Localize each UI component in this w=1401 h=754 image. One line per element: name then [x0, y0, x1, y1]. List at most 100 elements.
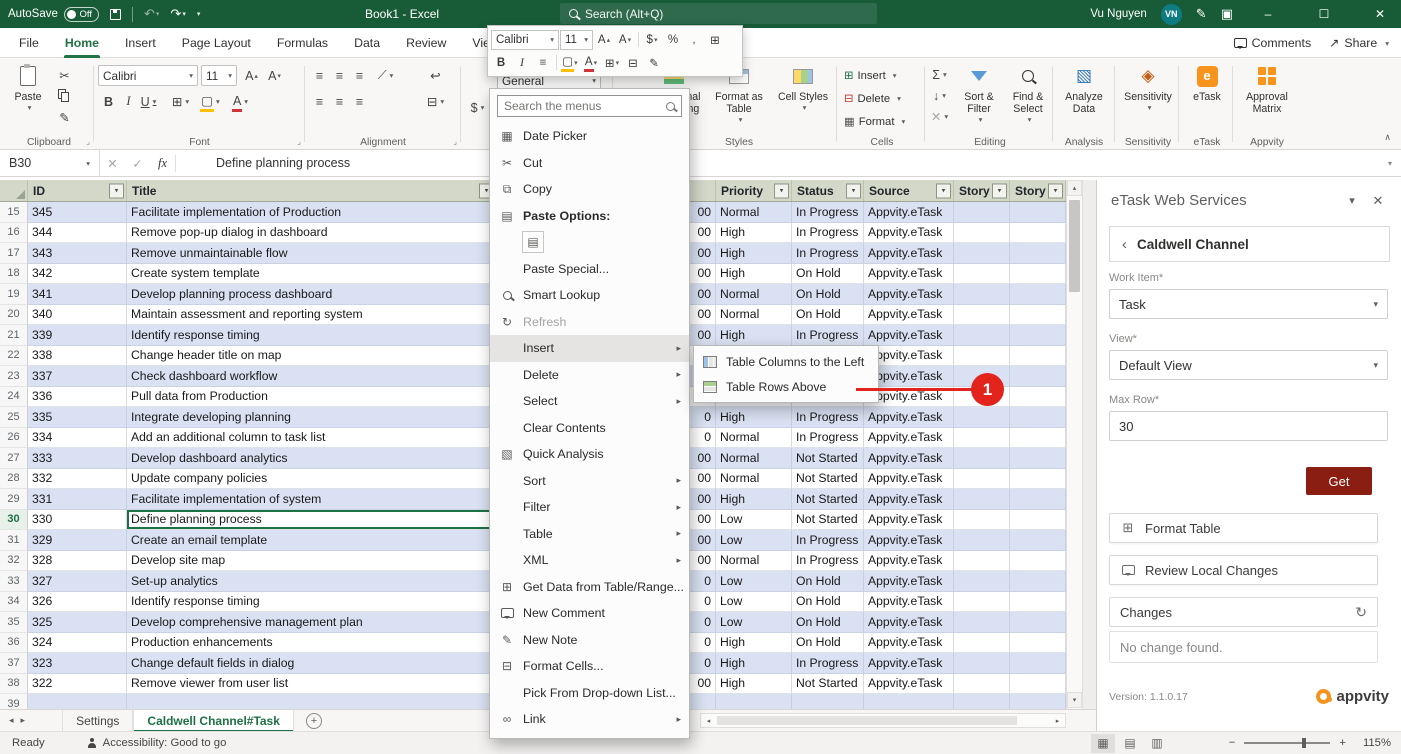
align-middle-icon[interactable]: ≡ — [329, 66, 350, 85]
cell-title-19[interactable]: Develop planning process dashboard — [127, 284, 497, 305]
cell-source-33[interactable]: Appvity.eTask — [864, 571, 954, 592]
cell-priority-37[interactable]: High — [716, 653, 792, 674]
refresh-icon[interactable]: ↻ — [1355, 604, 1367, 621]
cell-status-39[interactable] — [792, 694, 864, 709]
autosum-icon[interactable]: Σ▾ — [929, 65, 950, 84]
delete-cells-button[interactable]: ⊟Delete▾ — [844, 89, 901, 108]
minimize-button[interactable]: – — [1247, 0, 1289, 28]
ribbon-tab-home[interactable]: Home — [52, 28, 112, 58]
menu-item-quick-analysis[interactable]: ▧Quick Analysis — [490, 441, 689, 468]
align-top-icon[interactable]: ≡ — [309, 66, 330, 85]
cell-story-28[interactable] — [954, 469, 1010, 490]
cell-storyn-36[interactable] — [1010, 633, 1066, 654]
filter-icon[interactable]: ▾ — [992, 183, 1007, 198]
row-number-29[interactable]: 29 — [0, 489, 28, 510]
menu-item-copy[interactable]: ⧉Copy — [490, 176, 689, 203]
cell-title-27[interactable]: Develop dashboard analytics — [127, 448, 497, 469]
cell-storyn-34[interactable] — [1010, 592, 1066, 613]
cell-story-20[interactable] — [954, 305, 1010, 326]
font-family-combo[interactable]: Calibri▾ — [98, 65, 198, 86]
ribbon-tab-formulas[interactable]: Formulas — [264, 28, 341, 58]
cell-story-29[interactable] — [954, 489, 1010, 510]
cell-status-38[interactable]: Not Started — [792, 674, 864, 695]
column-header-story[interactable]: Story▾ — [954, 180, 1010, 201]
cell-priority-33[interactable]: Low — [716, 571, 792, 592]
select-all-corner[interactable] — [0, 180, 28, 201]
prev-sheet-icon[interactable]: ◂ — [9, 715, 14, 726]
cell-source-30[interactable]: Appvity.eTask — [864, 510, 954, 531]
cell-story-18[interactable] — [954, 264, 1010, 285]
mini-font-size-combo[interactable]: 11▾ — [560, 30, 593, 50]
row-number-33[interactable]: 33 — [0, 571, 28, 592]
cell-id-33[interactable]: 327 — [28, 571, 127, 592]
cell-title-23[interactable]: Check dashboard workflow — [127, 366, 497, 387]
cell-story-16[interactable] — [954, 223, 1010, 244]
page-break-view-icon[interactable]: ▥ — [1145, 734, 1169, 753]
cell-priority-15[interactable]: Normal — [716, 202, 792, 223]
cell-id-20[interactable]: 340 — [28, 305, 127, 326]
cell-status-29[interactable]: Not Started — [792, 489, 864, 510]
cell-id-34[interactable]: 326 — [28, 592, 127, 613]
cell-source-35[interactable]: Appvity.eTask — [864, 612, 954, 633]
cell-story-30[interactable] — [954, 510, 1010, 531]
field-work-item-select[interactable]: Task▾ — [1109, 289, 1388, 319]
back-chevron-icon[interactable]: ‹ — [1122, 236, 1127, 253]
orientation-icon[interactable]: ⟋▾ — [375, 66, 396, 85]
column-header-source[interactable]: Source▾ — [864, 180, 954, 201]
cell-status-28[interactable]: Not Started — [792, 469, 864, 490]
row-number-35[interactable]: 35 — [0, 612, 28, 633]
cell-status-18[interactable]: On Hold — [792, 264, 864, 285]
row-number-27[interactable]: 27 — [0, 448, 28, 469]
filter-icon[interactable]: ▾ — [774, 183, 789, 198]
cell-story-17[interactable] — [954, 243, 1010, 264]
merge-center-icon[interactable]: ⊟▾ — [425, 92, 446, 111]
row-number-30[interactable]: 30 — [0, 510, 28, 531]
cell-story-37[interactable] — [954, 653, 1010, 674]
row-number-19[interactable]: 19 — [0, 284, 28, 305]
cell-title-17[interactable]: Remove unmaintainable flow — [127, 243, 497, 264]
row-number-15[interactable]: 15 — [0, 202, 28, 223]
cell-story-39[interactable] — [954, 694, 1010, 709]
row-number-31[interactable]: 31 — [0, 530, 28, 551]
submenu-item-table-columns-to-the-left[interactable]: Table Columns to the Left — [694, 349, 878, 374]
row-number-36[interactable]: 36 — [0, 633, 28, 654]
row-number-26[interactable]: 26 — [0, 428, 28, 449]
cell-source-26[interactable]: Appvity.eTask — [864, 428, 954, 449]
cell-priority-32[interactable]: Normal — [716, 551, 792, 572]
cell-storyn-21[interactable] — [1010, 325, 1066, 346]
cell-id-19[interactable]: 341 — [28, 284, 127, 305]
menu-item-paste-special[interactable]: Paste Special... — [490, 256, 689, 283]
cell-story-36[interactable] — [954, 633, 1010, 654]
cell-title-33[interactable]: Set-up analytics — [127, 571, 497, 592]
cell-status-35[interactable]: On Hold — [792, 612, 864, 633]
cell-storyn-22[interactable] — [1010, 346, 1066, 367]
cell-title-24[interactable]: Pull data from Production — [127, 387, 497, 408]
row-number-23[interactable]: 23 — [0, 366, 28, 387]
cell-storyn-27[interactable] — [1010, 448, 1066, 469]
italic-icon[interactable]: I — [512, 53, 532, 73]
wrap-text-icon[interactable]: ↩ — [425, 66, 446, 85]
cell-title-29[interactable]: Facilitate implementation of system — [127, 489, 497, 510]
cell-id-27[interactable]: 333 — [28, 448, 127, 469]
cell-storyn-26[interactable] — [1010, 428, 1066, 449]
autosave-toggle[interactable]: AutoSave Off — [8, 7, 99, 22]
horizontal-scroll-thumb[interactable] — [717, 716, 1017, 725]
cell-status-17[interactable]: In Progress — [792, 243, 864, 264]
changes-header[interactable]: Changes ↻ — [1109, 597, 1378, 627]
undo-icon[interactable]: ↶▾ — [144, 6, 159, 22]
dialog-launcher-icon[interactable]: ⌟ — [453, 137, 457, 146]
cell-priority-19[interactable]: Normal — [716, 284, 792, 305]
cell-storyn-18[interactable] — [1010, 264, 1066, 285]
column-header-story-n[interactable]: Story N▾ — [1010, 180, 1066, 201]
cell-story-32[interactable] — [954, 551, 1010, 572]
column-header-title[interactable]: Title▾ — [127, 180, 497, 201]
cell-source-16[interactable]: Appvity.eTask — [864, 223, 954, 244]
font-size-combo[interactable]: 11▾ — [201, 65, 237, 86]
cell-priority-34[interactable]: Low — [716, 592, 792, 613]
cell-storyn-32[interactable] — [1010, 551, 1066, 572]
close-button[interactable]: ✕ — [1359, 0, 1401, 28]
cell-status-34[interactable]: On Hold — [792, 592, 864, 613]
cell-story-15[interactable] — [954, 202, 1010, 223]
cell-title-35[interactable]: Develop comprehensive management plan — [127, 612, 497, 633]
cell-styles-button[interactable]: Cell Styles▾ — [773, 62, 833, 112]
